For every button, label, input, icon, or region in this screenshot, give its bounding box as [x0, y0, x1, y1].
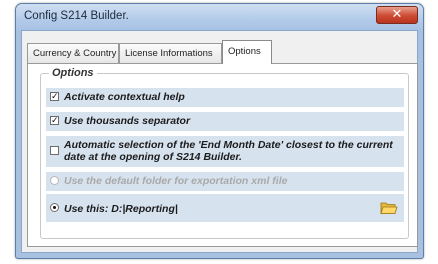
contextual-help-label: Activate contextual help [64, 91, 185, 103]
window-title: Config S214 Builder. [24, 10, 129, 22]
end-month-date-checkbox[interactable] [50, 146, 59, 155]
tab-license-informations[interactable]: License Informations [119, 43, 222, 63]
thousands-separator-checkbox[interactable]: ✓ [50, 116, 59, 126]
contextual-help-option[interactable]: ✓ Activate contextual help [46, 88, 404, 107]
thousands-separator-option[interactable]: ✓ Use thousands separator [46, 112, 404, 131]
options-group: Options ✓ Activate contextual help ✓ Use… [40, 67, 409, 239]
default-folder-label: Use the default folder for exportation x… [64, 175, 288, 187]
default-folder-radio [50, 176, 59, 185]
custom-folder-option[interactable]: Use this: D:|Reporting| [46, 194, 404, 222]
title-bar[interactable]: Config S214 Builder. ✕ [16, 4, 423, 30]
tab-currency-country[interactable]: Currency & Country [27, 43, 119, 63]
tab-options[interactable]: Options [222, 40, 272, 64]
thousands-separator-label: Use thousands separator [64, 115, 191, 127]
dialog-body: Currency & Country License Informations … [21, 30, 418, 253]
custom-folder-label: Use this: D:|Reporting| [64, 203, 178, 215]
options-group-label: Options [49, 67, 97, 79]
contextual-help-checkbox[interactable]: ✓ [50, 92, 59, 102]
end-month-date-label: Automatic selection of the 'End Month Da… [64, 139, 393, 163]
end-month-date-option[interactable]: Automatic selection of the 'End Month Da… [46, 136, 404, 167]
default-folder-option: Use the default folder for exportation x… [46, 172, 404, 191]
folder-open-icon[interactable] [380, 200, 398, 216]
custom-folder-radio[interactable] [50, 203, 59, 212]
config-window: Config S214 Builder. ✕ Currency & Countr… [15, 3, 424, 259]
options-tab-panel: Options ✓ Activate contextual help ✓ Use… [27, 63, 418, 247]
close-button[interactable]: ✕ [376, 6, 418, 24]
